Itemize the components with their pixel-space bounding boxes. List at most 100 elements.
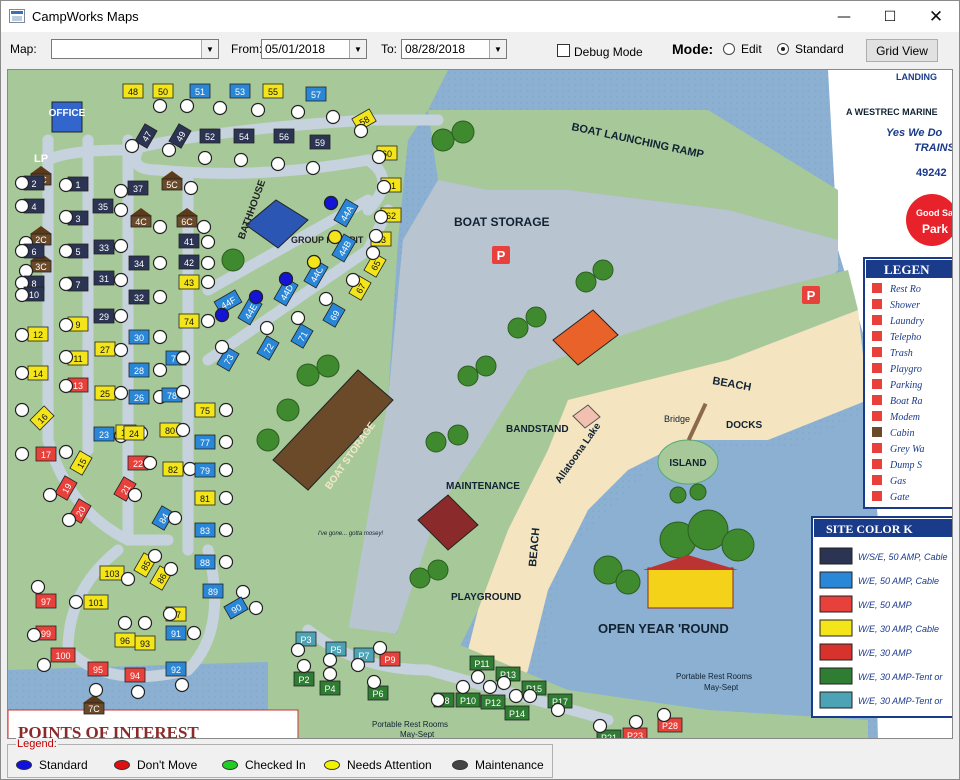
campsite-29[interactable]: 29: [93, 308, 115, 324]
campsite-93[interactable]: 93: [134, 635, 156, 651]
campsite-24[interactable]: 24: [123, 425, 145, 441]
site-status-marker[interactable]: [161, 142, 177, 158]
mode-edit-radio[interactable]: [723, 43, 735, 55]
site-status-marker[interactable]: [113, 238, 129, 254]
status-marker-44a[interactable]: [323, 195, 339, 211]
site-status-marker[interactable]: [88, 682, 104, 698]
site-status-marker[interactable]: [113, 183, 129, 199]
campsite-23[interactable]: 23: [93, 426, 115, 442]
campsite-52[interactable]: 52: [199, 128, 221, 144]
campsite-81[interactable]: 81: [194, 490, 216, 506]
site-status-marker[interactable]: [152, 98, 168, 114]
site-status-marker[interactable]: [175, 384, 191, 400]
site-status-marker[interactable]: [162, 606, 178, 622]
site-status-marker[interactable]: [373, 209, 389, 225]
status-marker-44b[interactable]: [327, 229, 343, 245]
site-status-marker[interactable]: [113, 308, 129, 324]
campsite-51[interactable]: 51: [189, 83, 211, 99]
campsite-57[interactable]: 57: [305, 86, 327, 102]
site-status-marker[interactable]: [248, 600, 264, 616]
site-status-marker[interactable]: [14, 198, 30, 214]
site-status-marker[interactable]: [174, 677, 190, 693]
site-status-marker[interactable]: [522, 688, 538, 704]
campsite-77[interactable]: 77: [194, 434, 216, 450]
campsite-33[interactable]: 33: [93, 239, 115, 255]
site-status-marker[interactable]: [124, 138, 140, 154]
site-status-marker[interactable]: [152, 329, 168, 345]
campsite-p12[interactable]: P12: [480, 694, 506, 710]
site-status-marker[interactable]: [200, 313, 216, 329]
site-status-marker[interactable]: [130, 684, 146, 700]
site-status-marker[interactable]: [259, 320, 275, 336]
site-status-marker[interactable]: [61, 512, 77, 528]
site-status-marker[interactable]: [127, 487, 143, 503]
site-status-marker[interactable]: [42, 487, 58, 503]
site-status-marker[interactable]: [290, 642, 306, 658]
site-status-marker[interactable]: [322, 666, 338, 682]
site-status-marker[interactable]: [58, 177, 74, 193]
site-status-marker[interactable]: [592, 718, 608, 734]
site-status-marker[interactable]: [371, 149, 387, 165]
campsite-p4[interactable]: P4: [319, 680, 341, 696]
site-status-marker[interactable]: [200, 234, 216, 250]
grid-view-button[interactable]: Grid View: [866, 39, 938, 62]
maximize-button[interactable]: ☐: [867, 1, 913, 32]
campsite-59[interactable]: 59: [309, 134, 331, 150]
debug-mode-checkbox[interactable]: [557, 44, 570, 57]
campsite-92[interactable]: 92: [165, 661, 187, 677]
site-status-marker[interactable]: [250, 102, 266, 118]
campsite-97[interactable]: 97: [35, 593, 57, 609]
site-status-marker[interactable]: [58, 209, 74, 225]
campsite-12[interactable]: 12: [27, 326, 49, 342]
site-status-marker[interactable]: [163, 561, 179, 577]
site-status-marker[interactable]: [113, 202, 129, 218]
site-status-marker[interactable]: [368, 228, 384, 244]
site-status-marker[interactable]: [200, 255, 216, 271]
site-status-marker[interactable]: [175, 350, 191, 366]
map-view[interactable]: P P OFFICE LP BATHHOUSE GROUP FIRE PIT B…: [7, 69, 953, 739]
site-status-marker[interactable]: [345, 272, 361, 288]
campsite-74[interactable]: 74: [178, 313, 200, 329]
site-status-marker[interactable]: [152, 219, 168, 235]
site-status-marker[interactable]: [18, 263, 34, 279]
site-status-marker[interactable]: [113, 342, 129, 358]
campsite-35[interactable]: 35: [92, 198, 114, 214]
campsite-82[interactable]: 82: [162, 461, 184, 477]
site-status-marker[interactable]: [137, 615, 153, 631]
site-status-marker[interactable]: [290, 104, 306, 120]
site-status-marker[interactable]: [58, 317, 74, 333]
status-marker-44f[interactable]: [214, 307, 230, 323]
from-date-picker[interactable]: 05/01/2018 ▼: [261, 39, 367, 59]
site-status-marker[interactable]: [218, 554, 234, 570]
site-status-marker[interactable]: [218, 522, 234, 538]
campsite-27[interactable]: 27: [94, 341, 116, 357]
site-status-marker[interactable]: [353, 123, 369, 139]
campsite-103[interactable]: 103: [99, 565, 125, 581]
site-status-marker[interactable]: [482, 679, 498, 695]
status-marker-44e[interactable]: [248, 289, 264, 305]
site-status-marker[interactable]: [628, 714, 644, 730]
site-status-marker[interactable]: [296, 658, 312, 674]
site-status-marker[interactable]: [152, 255, 168, 271]
campsite-43[interactable]: 43: [178, 274, 200, 290]
campsite-p11[interactable]: P11: [469, 655, 495, 671]
close-button[interactable]: ✕: [913, 1, 959, 32]
campsite-48[interactable]: 48: [122, 83, 144, 99]
site-status-marker[interactable]: [455, 679, 471, 695]
site-status-marker[interactable]: [147, 548, 163, 564]
campsite-30[interactable]: 30: [128, 329, 150, 345]
site-status-marker[interactable]: [656, 707, 672, 723]
campsite-91[interactable]: 91: [165, 625, 187, 641]
campsite-p23[interactable]: P23: [622, 727, 648, 739]
to-date-picker[interactable]: 08/28/2018 ▼: [401, 39, 507, 59]
campsite-54[interactable]: 54: [233, 128, 255, 144]
campsite-41[interactable]: 41: [178, 233, 200, 249]
site-status-marker[interactable]: [218, 434, 234, 450]
campsite-56[interactable]: 56: [273, 128, 295, 144]
campsite-28[interactable]: 28: [128, 362, 150, 378]
site-status-marker[interactable]: [58, 444, 74, 460]
site-status-marker[interactable]: [142, 455, 158, 471]
site-status-marker[interactable]: [26, 627, 42, 643]
site-status-marker[interactable]: [290, 310, 306, 326]
site-status-marker[interactable]: [430, 692, 446, 708]
